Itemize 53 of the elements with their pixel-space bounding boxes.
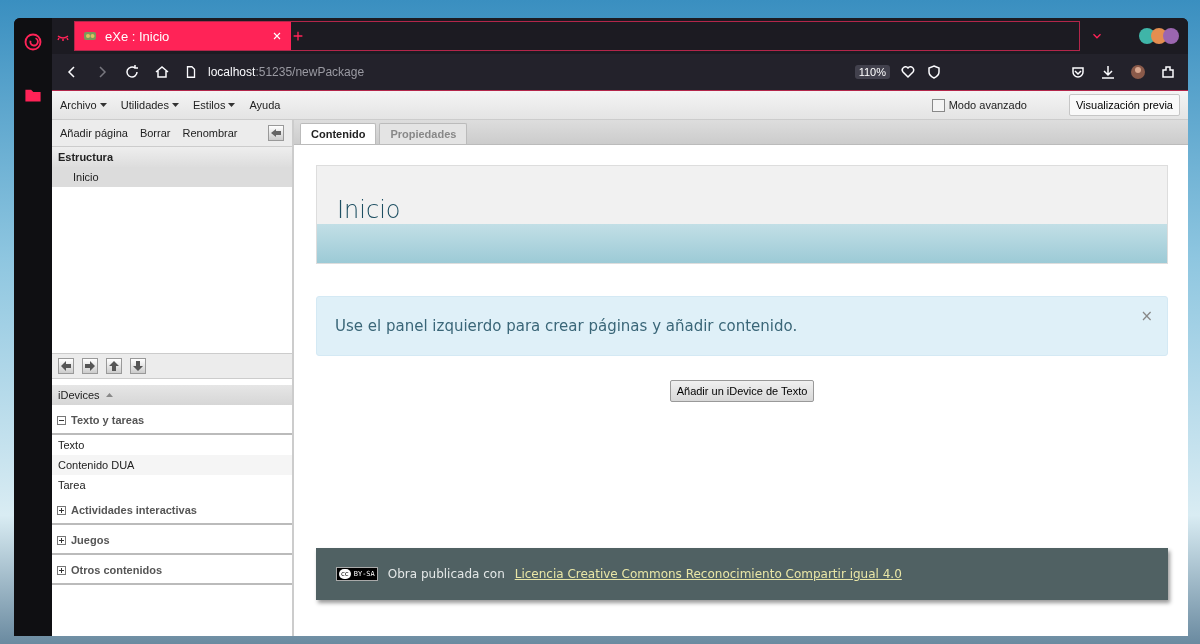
alert-text: Use el panel izquierdo para crear páginas y añadir contenido. (335, 317, 798, 335)
idevices-heading[interactable]: iDevices (52, 385, 292, 405)
toolbar-button[interactable]: Añadir página (60, 127, 128, 139)
close-icon[interactable] (271, 30, 283, 42)
browser-logo-icon[interactable] (23, 32, 43, 52)
category-header[interactable]: Actividades interactivas (52, 497, 292, 525)
move-arrow-icon[interactable] (130, 358, 146, 374)
category-header[interactable]: Otros contenidos (52, 557, 292, 585)
browser-tab[interactable]: eXe : Inicio (75, 22, 291, 50)
move-arrow-icon[interactable] (106, 358, 122, 374)
avatar-icon[interactable] (1130, 64, 1146, 80)
tab[interactable]: Contenido (300, 123, 377, 144)
menu-item[interactable]: Archivo (60, 99, 107, 111)
page-icon[interactable] (184, 65, 198, 79)
tree-item[interactable]: Inicio (52, 167, 292, 187)
idevice-item[interactable]: Texto (52, 435, 292, 455)
preview-button[interactable]: Visualización previa (1068, 94, 1180, 116)
idevice-item[interactable]: Contenido DUA (52, 455, 292, 475)
structure-heading: Estructura (52, 147, 292, 167)
move-arrow-icon[interactable] (58, 358, 74, 374)
heart-icon[interactable] (900, 64, 916, 80)
download-icon[interactable] (1100, 64, 1116, 80)
menu-item[interactable]: Estilos (193, 99, 236, 111)
add-idevice-button[interactable]: Añadir un iDevice de Texto (669, 380, 815, 402)
sort-arrow-icon (105, 393, 113, 397)
home-icon[interactable] (154, 64, 170, 80)
page-title: Inicio (337, 196, 401, 224)
category-title: Otros contenidos (71, 564, 163, 576)
pocket-icon[interactable] (1070, 64, 1086, 80)
idevices-label: iDevices (58, 389, 100, 401)
tab-title: eXe : Inicio (105, 28, 171, 44)
category-title: Actividades interactivas (71, 504, 197, 516)
shield-icon[interactable] (926, 64, 942, 80)
menu-item[interactable]: Utilidades (120, 99, 179, 111)
reload-icon[interactable] (124, 64, 140, 80)
checkbox[interactable] (931, 98, 945, 112)
extensions-icon[interactable] (1160, 64, 1176, 80)
footer-text: Obra publicada con (387, 567, 505, 581)
category-title: Juegos (71, 534, 110, 546)
category-header[interactable]: Texto y tareas (52, 407, 292, 435)
tab-favicon-icon (83, 30, 97, 42)
idevice-item[interactable]: Tarea (52, 475, 292, 495)
category-title: Texto y tareas (71, 414, 145, 426)
zoom-level[interactable]: 110% (854, 65, 890, 79)
move-arrow-icon[interactable] (82, 358, 98, 374)
license-link[interactable]: Licencia Creative Commons Reconocimiento Compartir igual 4.0 (514, 567, 902, 581)
category-header[interactable]: Juegos (52, 527, 292, 555)
checkbox-label: Modo avanzado (948, 99, 1027, 111)
colored-dots-icon[interactable] (1138, 27, 1182, 45)
toolbar-button[interactable]: Renombrar (182, 127, 238, 139)
url-text: localhost:51235/newPackage (208, 65, 365, 79)
menu-item[interactable]: Ayuda (249, 99, 281, 111)
toolbar-button[interactable]: Borrar (139, 127, 171, 139)
